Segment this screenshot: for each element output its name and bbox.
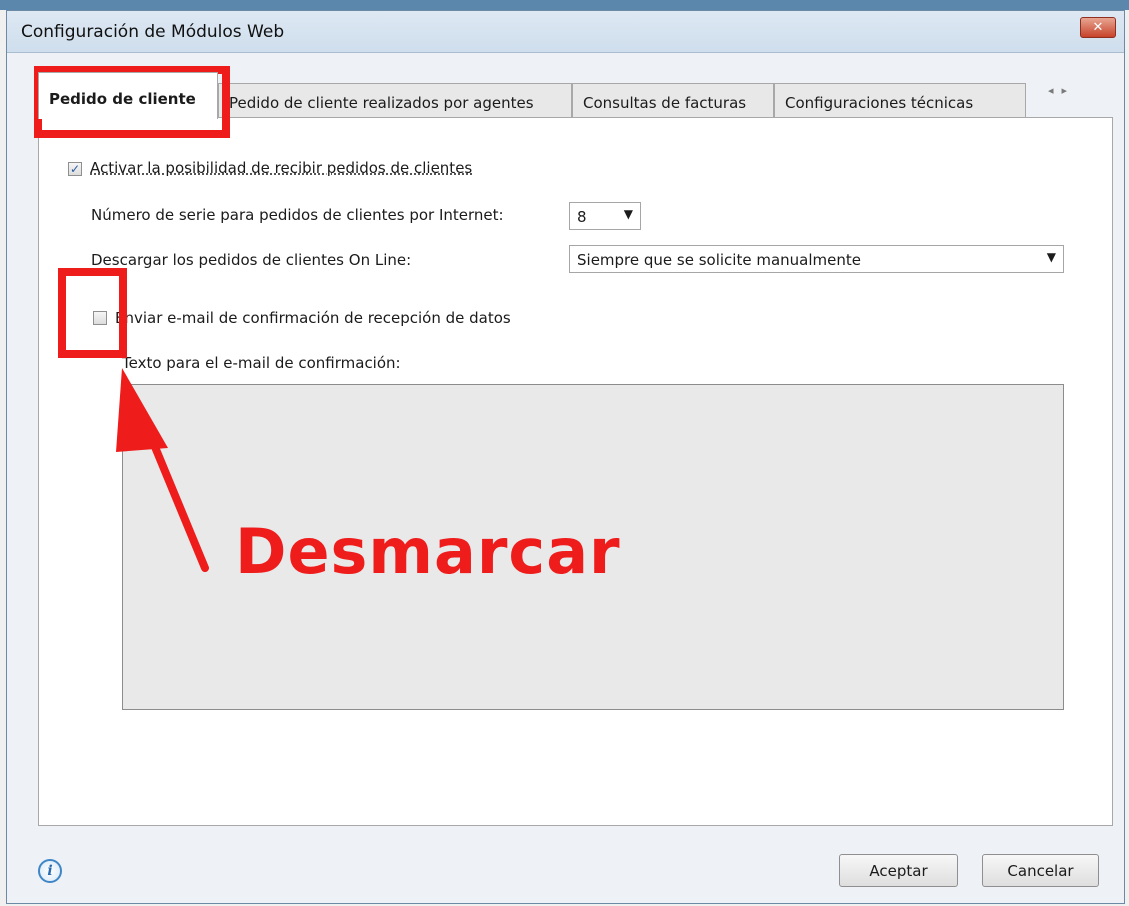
- tab-label: Pedido de cliente: [49, 90, 196, 108]
- annotation-arrow-shaft: [144, 426, 209, 572]
- annotation-arrow: [116, 368, 209, 572]
- tab-pedido-de-cliente[interactable]: Pedido de cliente: [38, 72, 218, 119]
- annotation-text: Desmarcar: [235, 515, 621, 588]
- annotation-arrow-head: [116, 368, 168, 452]
